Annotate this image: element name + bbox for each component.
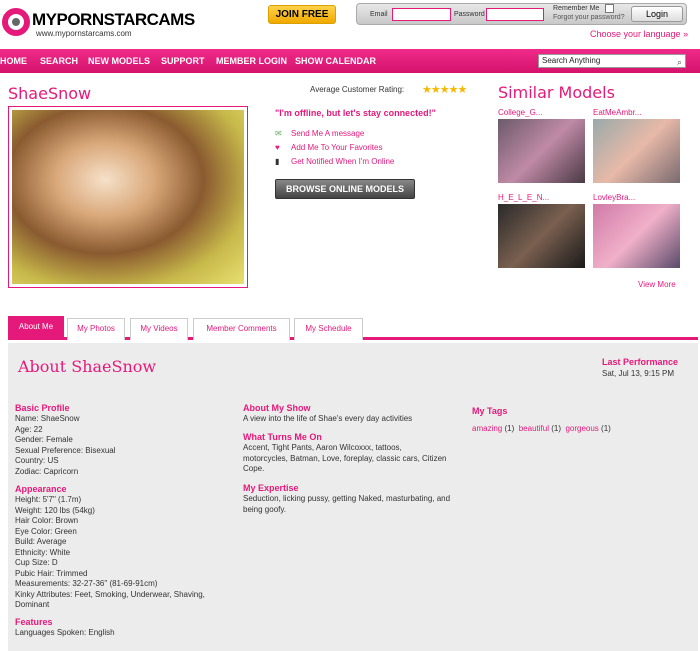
similar-model-name[interactable]: LovleyBra... <box>593 193 680 202</box>
profile-line: Age: 22 <box>15 424 43 434</box>
basic-profile-heading: Basic Profile <box>15 403 70 413</box>
profile-line: Sexual Preference: Bisexual <box>15 445 116 455</box>
similar-model-thumbnail[interactable] <box>498 204 585 268</box>
tag-link[interactable]: amazing <box>472 424 502 433</box>
nav-member-login[interactable]: MEMBER LOGIN <box>216 56 287 66</box>
appearance-line: Dominant <box>15 600 50 609</box>
search-input-value: Search Anything <box>542 56 601 65</box>
add-favorites-link[interactable]: ♥ Add Me To Your Favorites <box>275 143 382 152</box>
logo-icon <box>2 8 30 36</box>
forgot-password-link[interactable]: Forgot your password? <box>553 14 625 21</box>
appearance-line: Build: Average <box>15 537 67 546</box>
model-name: ShaeSnow <box>8 84 92 103</box>
choose-language-link[interactable]: Choose your language » <box>590 29 688 39</box>
search-icon[interactable]: ⌕ <box>677 56 682 68</box>
similar-model-card[interactable]: H_E_L_E_N... <box>498 193 585 268</box>
site-logo[interactable]: MYPORNSTARCAMS www.mypornstarcams.com <box>2 8 195 42</box>
tab-my-photos[interactable]: My Photos <box>67 318 125 340</box>
remember-me-checkbox[interactable] <box>605 4 614 13</box>
logo-url: www.mypornstarcams.com <box>36 29 132 38</box>
last-performance-label: Last Performance <box>602 357 679 367</box>
similar-model-card[interactable]: College_G... <box>498 108 585 183</box>
login-bar: Email Password Remember Me Forgot your p… <box>356 3 687 25</box>
browse-online-models-button[interactable]: BROWSE ONLINE MODELS <box>275 179 415 199</box>
logo-brand: MYPORNSTARCAMS <box>32 10 195 29</box>
about-show-heading: About My Show <box>243 403 311 413</box>
view-more-link[interactable]: View More <box>638 280 676 289</box>
profile-tabs: About Me My Photos My Videos Member Comm… <box>8 316 698 340</box>
appearance-line: Height: 5'7" (1.7m) <box>15 495 82 504</box>
appearance-line: Weight: 120 lbs (54kg) <box>15 505 95 515</box>
similar-models-title: Similar Models <box>498 83 615 102</box>
tab-about-me[interactable]: About Me <box>8 316 64 340</box>
nav-show-calendar[interactable]: SHOW CALENDAR <box>295 56 376 66</box>
nav-search[interactable]: SEARCH <box>40 56 78 66</box>
join-free-button[interactable]: JOIN FREE <box>268 5 336 24</box>
expertise-text: Seduction, licking pussy, getting Naked,… <box>243 494 451 514</box>
appearance-line: Eye Color: Green <box>15 526 77 536</box>
model-photo-image <box>12 110 244 284</box>
similar-model-name[interactable]: H_E_L_E_N... <box>498 193 585 202</box>
tag-link[interactable]: beautiful <box>519 424 549 433</box>
tags-list: amazing (1) beautiful (1) gorgeous (1) <box>472 424 611 433</box>
remember-me-label: Remember Me <box>553 5 600 12</box>
password-field[interactable] <box>486 8 544 21</box>
profile-line: Zodiac: Capricorn <box>15 466 79 476</box>
appearance-line: Hair Color: Brown <box>15 516 79 525</box>
tag-count: (1) <box>504 424 515 433</box>
turns-me-on-heading: What Turns Me On <box>243 432 322 442</box>
main-nav: HOME SEARCH NEW MODELS SUPPORT MEMBER LO… <box>0 49 700 73</box>
model-photo[interactable] <box>8 106 248 288</box>
similar-model-name[interactable]: EatMeAmbr... <box>593 108 680 117</box>
appearance-line: Pubic Hair: Trimmed <box>15 568 88 578</box>
profile-line: Gender: Female <box>15 435 73 444</box>
profile-line: Name: ShaeSnow <box>15 414 80 423</box>
features-heading: Features <box>15 617 53 627</box>
tab-my-schedule[interactable]: My Schedule <box>294 318 363 340</box>
tag-count: (1) <box>551 424 561 433</box>
tags-heading: My Tags <box>472 406 508 416</box>
login-button[interactable]: Login <box>631 6 683 22</box>
heart-icon: ♥ <box>275 143 280 152</box>
offline-message: "I'm offline, but let's stay connected!" <box>275 108 436 118</box>
send-message-link[interactable]: ✉ Send Me A message <box>275 129 364 138</box>
profile-line: Country: US <box>15 456 59 465</box>
nav-new-models[interactable]: NEW MODELS <box>88 56 150 66</box>
similar-model-thumbnail[interactable] <box>593 204 680 268</box>
password-label: Password <box>454 11 485 18</box>
similar-model-thumbnail[interactable] <box>593 119 680 183</box>
features-line: Languages Spoken: English <box>15 628 115 637</box>
tag-link[interactable]: gorgeous <box>565 424 598 433</box>
appearance-line: Cup Size: D <box>15 558 58 567</box>
tag-count: (1) <box>601 424 611 433</box>
similar-model-thumbnail[interactable] <box>498 119 585 183</box>
nav-support[interactable]: SUPPORT <box>161 56 205 66</box>
phone-icon: ▮ <box>275 157 280 166</box>
about-title: About ShaeSnow <box>18 357 157 376</box>
tab-my-videos[interactable]: My Videos <box>130 318 188 340</box>
last-performance-value: Sat, Jul 13, 9:15 PM <box>602 369 675 378</box>
email-field[interactable] <box>392 8 451 21</box>
expertise-heading: My Expertise <box>243 483 299 493</box>
envelope-icon: ✉ <box>275 129 282 138</box>
appearance-heading: Appearance <box>15 484 67 494</box>
search-input[interactable]: Search Anything ⌕ <box>538 54 686 68</box>
about-show-text: A view into the life of Shae's every day… <box>243 414 413 423</box>
similar-model-name[interactable]: College_G... <box>498 108 585 117</box>
nav-home[interactable]: HOME <box>0 56 27 66</box>
tab-member-comments[interactable]: Member Comments <box>193 318 290 340</box>
similar-model-card[interactable]: LovleyBra... <box>593 193 680 268</box>
appearance-line: Ethnicity: White <box>15 547 71 557</box>
email-label: Email <box>370 11 388 18</box>
rating-stars: ★★★★★ <box>422 84 467 96</box>
turns-me-on-text: Accent, Tight Pants, Aaron Wilcoxxx, tat… <box>243 443 447 473</box>
get-notified-link[interactable]: ▮ Get Notified When I'm Online <box>275 157 394 166</box>
rating-label: Average Customer Rating: <box>310 85 405 94</box>
similar-model-card[interactable]: EatMeAmbr... <box>593 108 680 183</box>
appearance-line: Measurements: 32-27-36" (81-69-91cm) <box>15 579 158 588</box>
appearance-line: Kinky Attributes: Feet, Smoking, Underwe… <box>15 589 205 599</box>
